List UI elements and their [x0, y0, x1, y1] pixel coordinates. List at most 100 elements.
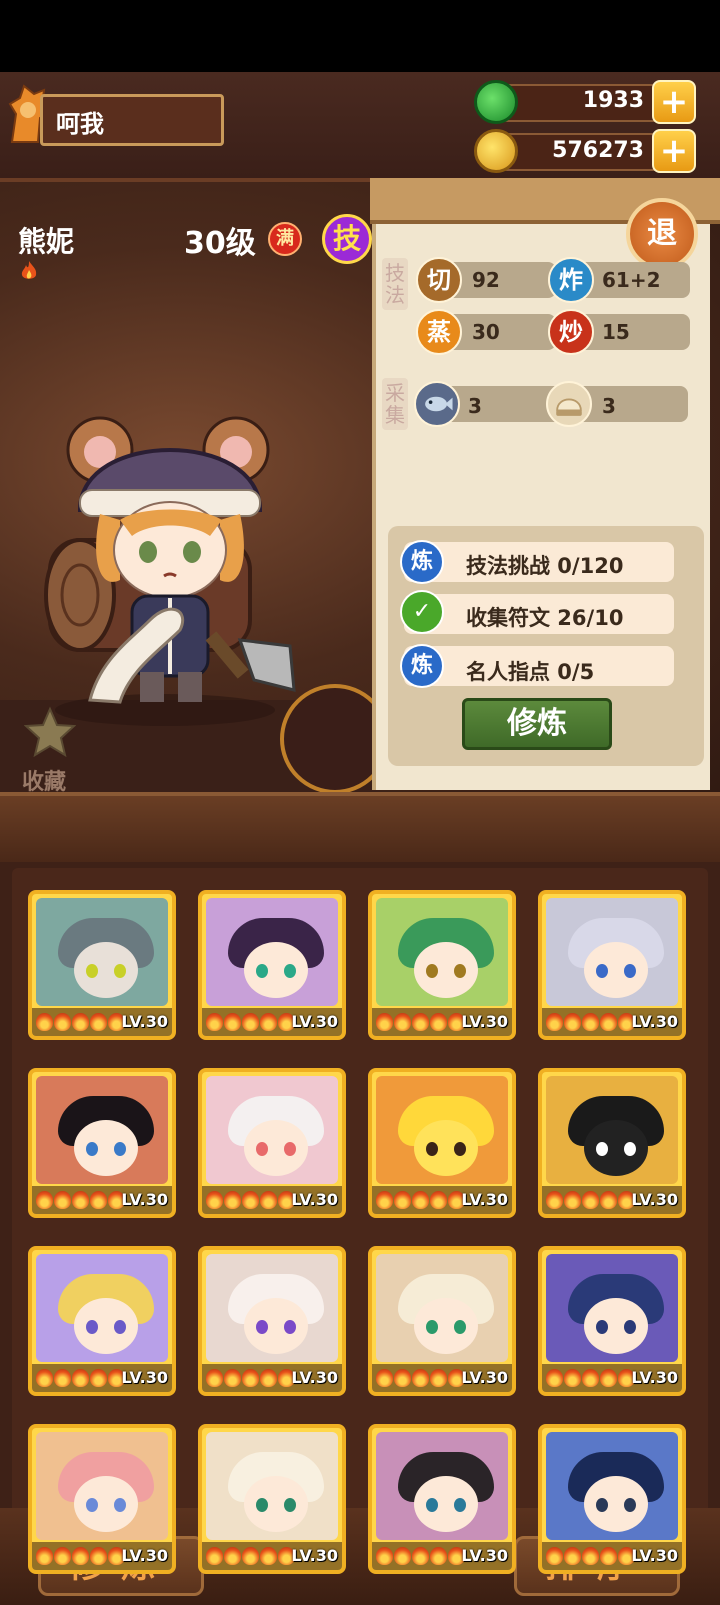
bun-icon: [546, 381, 592, 427]
hero-character-figure[interactable]: [40, 410, 310, 730]
exit-button[interactable]: 退: [626, 198, 698, 270]
portrait-eye: [86, 1142, 98, 1156]
hero-card-wolf-chef[interactable]: LV.30: [28, 890, 176, 1040]
fire-icon: [54, 1369, 71, 1387]
hero-card-twin-girls[interactable]: LV.30: [28, 1424, 176, 1574]
hero-name: 熊妮: [18, 225, 75, 258]
hero-card-dark-hair-boy[interactable]: LV.30: [368, 1424, 516, 1574]
hero-card-yellow-chick[interactable]: LV.30: [368, 1068, 516, 1218]
hero-portrait: [206, 1254, 338, 1362]
fire-icon: [36, 1013, 53, 1031]
hero-portrait: [36, 1432, 168, 1540]
hero-card-cream-sheep-boy[interactable]: LV.30: [368, 1246, 516, 1396]
portrait-face: [414, 942, 478, 998]
portrait-eye: [624, 1142, 636, 1156]
hero-card-blonde-crown-boy[interactable]: LV.30: [28, 1246, 176, 1396]
max-level-badge: 满: [268, 222, 302, 256]
fire-icon: [224, 1191, 241, 1209]
fire-icon: [430, 1547, 447, 1565]
status-bar: [0, 0, 720, 72]
fire-icon: [54, 1191, 71, 1209]
hero-portrait: [546, 1432, 678, 1540]
fire-icon: [600, 1191, 617, 1209]
fire-icon: [600, 1013, 617, 1031]
skill-value-stirfry: 15: [602, 320, 630, 344]
portrait-eye: [86, 964, 98, 978]
portrait-eye: [284, 1498, 296, 1512]
fire-icon: [582, 1547, 599, 1565]
refine-icon: 炼: [400, 540, 444, 584]
add-gold-button[interactable]: +: [652, 129, 696, 173]
hero-portrait: [36, 1076, 168, 1184]
fire-icon: [394, 1369, 411, 1387]
portrait-eye: [86, 1320, 98, 1334]
card-level: LV.30: [291, 1190, 338, 1209]
fire-icon: [260, 1191, 277, 1209]
portrait-face: [244, 1476, 308, 1532]
skill-badge-button[interactable]: 技: [322, 214, 372, 264]
fire-icon: [90, 1369, 107, 1387]
hero-card-white-hair-girl[interactable]: LV.30: [198, 1068, 346, 1218]
jade-value: 1933: [582, 88, 644, 113]
portrait-eye: [284, 1142, 296, 1156]
portrait-face: [584, 1298, 648, 1354]
fire-icon: [430, 1369, 447, 1387]
hero-card-purple-hair-girl[interactable]: LV.30: [198, 890, 346, 1040]
hero-card-green-hair-girl[interactable]: LV.30: [368, 890, 516, 1040]
fire-icon: [90, 1013, 107, 1031]
star-rating: [36, 1369, 125, 1387]
card-level: LV.30: [461, 1012, 508, 1031]
card-level: LV.30: [121, 1368, 168, 1387]
fire-icon: [21, 261, 37, 279]
card-level: LV.30: [631, 1012, 678, 1031]
portrait-eye: [426, 1320, 438, 1334]
portrait-eye: [624, 964, 636, 978]
star-rating: [36, 1191, 125, 1209]
hero-card-white-hood-girl[interactable]: LV.30: [198, 1246, 346, 1396]
hero-portrait: [376, 1076, 508, 1184]
portrait-face: [584, 1476, 648, 1532]
fire-icon: [72, 1191, 89, 1209]
card-level: LV.30: [461, 1190, 508, 1209]
fire-icon: [412, 1369, 429, 1387]
portrait-face: [584, 942, 648, 998]
fire-icon: [206, 1369, 223, 1387]
hero-card-blue-hair-man[interactable]: LV.30: [538, 1246, 686, 1396]
train-button[interactable]: 修炼: [462, 698, 612, 750]
add-jade-button[interactable]: +: [652, 80, 696, 124]
portrait-face: [74, 942, 138, 998]
portrait-face: [414, 1476, 478, 1532]
star-rating: [206, 1369, 295, 1387]
fire-icon: [600, 1547, 617, 1565]
portrait-eye: [114, 1142, 126, 1156]
portrait-eye: [114, 1498, 126, 1512]
gather-value-fish: 3: [468, 394, 482, 418]
fire-icon: [36, 1369, 53, 1387]
fire-icon: [394, 1191, 411, 1209]
portrait-eye: [426, 1498, 438, 1512]
hero-card-headband-man[interactable]: LV.30: [538, 1424, 686, 1574]
portrait-eye: [426, 1142, 438, 1156]
portrait-eye: [596, 964, 608, 978]
portrait-eye: [256, 1320, 268, 1334]
fire-icon: [412, 1547, 429, 1565]
card-level: LV.30: [631, 1546, 678, 1565]
portrait-face: [244, 1298, 308, 1354]
hero-card-panda-goggles[interactable]: LV.30: [538, 1068, 686, 1218]
favorite-star-icon[interactable]: [24, 706, 76, 758]
fire-icon: [430, 1013, 447, 1031]
fire-icon: [546, 1191, 563, 1209]
hero-card-horn-girl[interactable]: LV.30: [198, 1424, 346, 1574]
fire-icon: [412, 1191, 429, 1209]
fire-icon: [394, 1013, 411, 1031]
skill-value-steam: 30: [472, 320, 500, 344]
fire-icon: [206, 1191, 223, 1209]
hero-card-silver-hair-boy[interactable]: LV.30: [538, 890, 686, 1040]
jade-coin-icon: [474, 80, 518, 124]
portrait-face: [74, 1476, 138, 1532]
portrait-eye: [256, 1498, 268, 1512]
hero-card-black-hair-man[interactable]: LV.30: [28, 1068, 176, 1218]
skill-value-cut: 92: [472, 268, 500, 292]
star-rating: [376, 1547, 465, 1565]
card-level: LV.30: [631, 1368, 678, 1387]
